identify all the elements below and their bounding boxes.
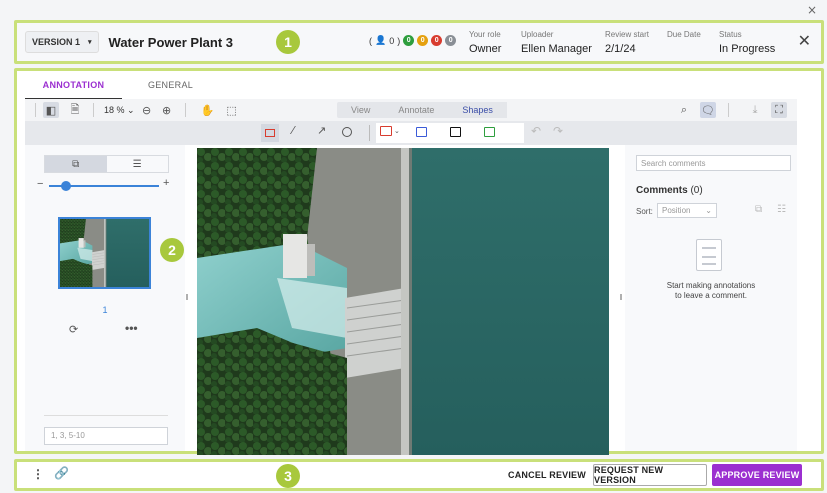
review-start-value: 2/1/24 [605,43,636,55]
filter-icon[interactable]: ☷ [777,204,786,215]
right-resize-handle[interactable]: ‖ [617,293,625,302]
rotate-page-icon[interactable]: ⟳ [69,323,78,336]
page-number: 1 [102,305,108,315]
redo-icon[interactable]: ↷ [553,124,563,138]
color-swatch-blue[interactable] [416,127,427,137]
download-icon[interactable]: ⤓ [747,102,763,118]
zoom-value: 18 % [104,104,125,115]
uploader-value: Ellen Manager [521,43,592,55]
mode-switcher: View Annotate Shapes [337,102,507,118]
rectangle-tool-icon[interactable] [261,124,279,142]
search-icon[interactable]: ⌕ [676,102,692,118]
asset-title: Water Power Plant 3 [108,34,234,50]
not-started-count-badge: 0 [445,35,457,46]
pan-hand-icon[interactable]: ✋ [200,102,216,118]
callout-badge-1: 1 [276,30,300,54]
document-canvas[interactable] [197,148,609,455]
role-value: Owner [469,43,502,55]
marquee-select-icon[interactable]: ⬚ [224,102,240,118]
person-icon: 👤 [375,35,387,46]
version-label: VERSION 1 [32,37,81,47]
window-close-icon[interactable]: × [807,3,817,17]
approved-count-badge: 0 [403,35,415,46]
thumbnail-view-switch: ⧉ ☰ [44,155,169,173]
minus-icon[interactable]: − [37,178,43,190]
comments-count: (0) [690,185,703,196]
mode-annotate[interactable]: Annotate [384,102,448,118]
dam-photo [197,148,609,455]
due-date-field[interactable]: Due Date [667,30,701,43]
page-range-input[interactable]: 1, 3, 5-10 [44,427,168,445]
tab-general[interactable]: GENERAL [122,74,219,100]
chevron-down-icon: ⌄ [394,128,400,135]
status-value: In Progress [719,43,776,55]
slider-handle[interactable] [60,181,71,191]
rejected-count-badge: 0 [431,35,443,46]
pending-count-badge: 0 [417,35,429,46]
approve-review-button[interactable]: APPROVE REVIEW [712,464,802,486]
color-swatch-green[interactable] [484,127,495,137]
role-field: Your role Owner [469,30,502,55]
more-vertical-icon[interactable]: ⋮ [32,467,44,481]
stroke-color-swatch [380,126,392,136]
empty-comments-text: Start making annotations to leave a comm… [666,281,756,300]
shape-toolbar: ⁄ ↗ ⌄ ↶ ↷ [25,121,797,145]
thumbnail-panel: ⧉ ☰ − + 1 ⟳ ••• 1, 3, 5-10 [25,145,185,451]
sort-value: Position [662,206,691,215]
copy-comments-icon[interactable]: ⧉ [755,204,762,215]
request-new-version-button[interactable]: REQUEST NEW VERSION [593,464,707,486]
chevron-down-icon: ▾ [88,39,92,46]
zoom-select[interactable]: 18 % ⌄ [104,105,135,116]
sort-label: Sort: [636,207,653,216]
collaborator-summary[interactable]: ( 👤 0) 0 0 0 0 [369,35,457,46]
undo-icon[interactable]: ↶ [531,124,541,138]
left-resize-handle[interactable]: ‖ [183,293,191,302]
plus-icon[interactable]: + [163,177,169,189]
version-selector[interactable]: VERSION 1 ▾ [25,31,99,53]
uploader-field: Uploader Ellen Manager [521,30,592,55]
line-tool-icon[interactable]: ⁄ [292,124,294,137]
main-section: ANNOTATION GENERAL ◧ 🗎 18 % ⌄ ⊖ ⊕ ✋ ⬚ Vi… [14,68,824,455]
status-field: Status In Progress [719,30,776,55]
cancel-review-button[interactable]: CANCEL REVIEW [507,464,587,486]
arrow-tool-icon[interactable]: ↗ [317,124,326,137]
callout-badge-3: 3 [276,464,300,488]
zoom-in-icon[interactable]: ⊕ [159,102,175,118]
link-icon[interactable]: 🔗 [54,466,69,480]
mode-shapes[interactable]: Shapes [448,102,507,118]
comments-panel: Search comments Comments (0) Sort: Posit… [625,145,797,451]
chevron-down-icon: ⌄ [127,104,135,115]
viewer-toolbar: ◧ 🗎 18 % ⌄ ⊖ ⊕ ✋ ⬚ View Annotate Shapes … [25,99,797,121]
sort-select[interactable]: Position ⌄ [657,203,717,218]
footer-section: ⋮ 🔗 3 CANCEL REVIEW REQUEST NEW VERSION … [14,459,824,491]
page-thumbnail[interactable] [58,217,151,289]
color-swatch-black[interactable] [450,127,461,137]
list-view-icon[interactable]: ☰ [107,156,169,172]
close-icon[interactable]: ✕ [798,31,811,50]
more-options-icon[interactable]: ••• [125,321,138,335]
comments-panel-icon[interactable]: 🗨 [700,102,716,118]
tab-annotation[interactable]: ANNOTATION [25,74,122,100]
empty-comments-icon [696,239,722,271]
comments-heading: Comments (0) [636,185,703,196]
collaborator-count: 0 [389,35,395,46]
stroke-color-picker[interactable]: ⌄ [380,126,400,136]
document-icon[interactable]: 🗎 [67,102,83,118]
zoom-out-icon[interactable]: ⊖ [139,102,155,118]
comments-search-input[interactable]: Search comments [636,155,791,171]
review-window: × VERSION 1 ▾ Water Power Plant 3 1 ( 👤 … [0,0,827,493]
thumbnail-image [59,218,150,288]
ellipse-tool-icon[interactable] [342,127,352,137]
callout-badge-2: 2 [160,238,184,262]
header-section: VERSION 1 ▾ Water Power Plant 3 1 ( 👤 0)… [14,20,824,64]
chevron-down-icon: ⌄ [705,206,712,215]
fullscreen-icon[interactable]: ⛶ [771,102,787,118]
sidebar-toggle-icon[interactable]: ◧ [43,102,59,118]
review-start-field: Review start 2/1/24 [605,30,650,55]
mode-view[interactable]: View [337,102,384,118]
thumbnail-grid-icon[interactable]: ⧉ [45,156,107,172]
thumbnail-size-slider[interactable]: − + [37,177,173,193]
tab-bar: ANNOTATION GENERAL [25,74,219,100]
